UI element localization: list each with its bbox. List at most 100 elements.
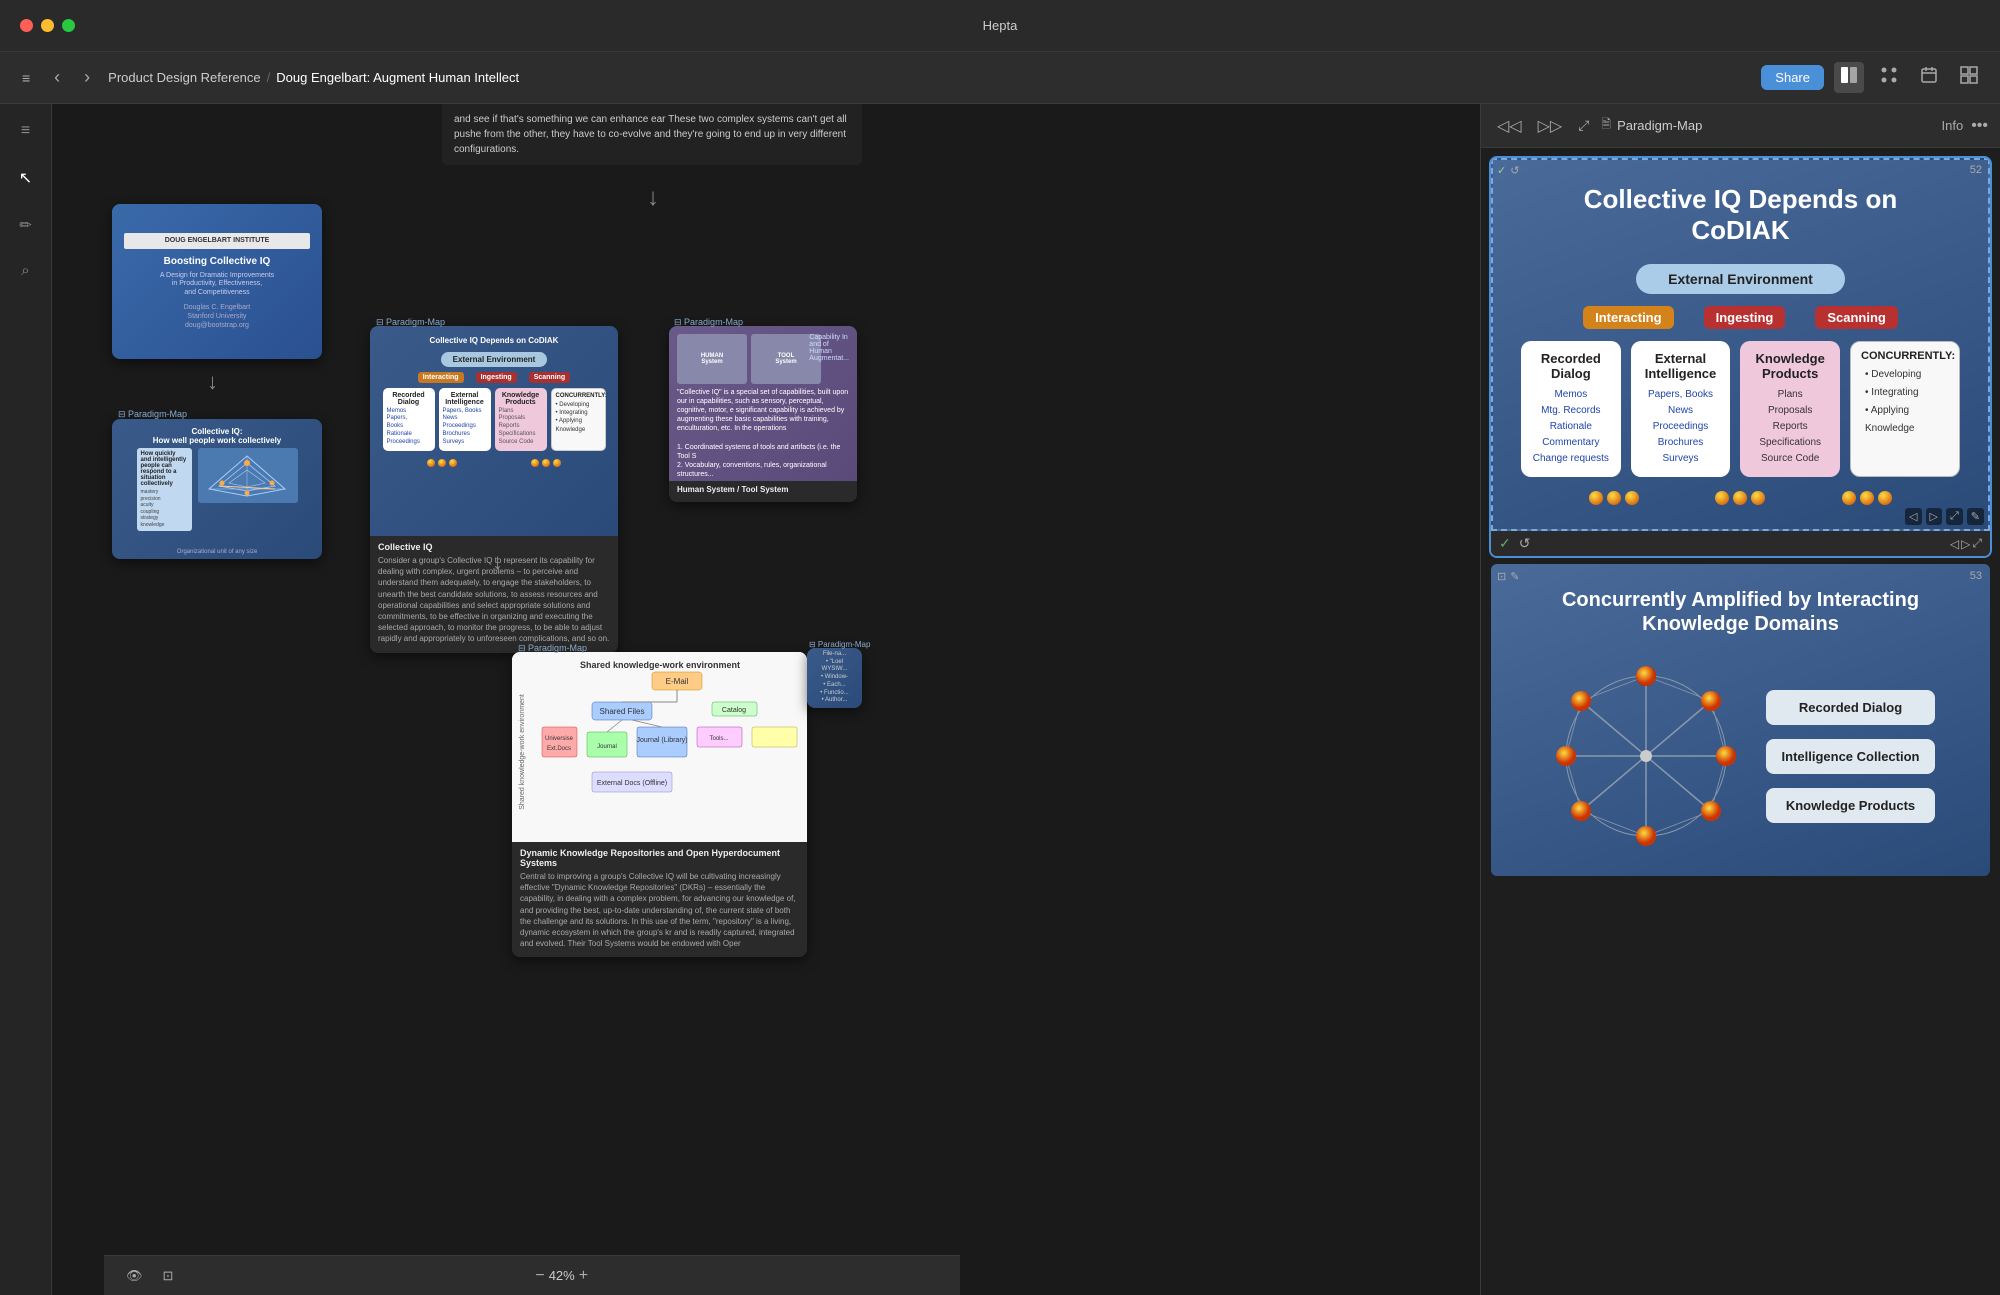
- breadcrumb-separator: /: [267, 70, 271, 85]
- footer-refresh-52[interactable]: ↺: [1519, 535, 1531, 552]
- slide-52-controls: ◁ ▷ ⤢ ✎: [1905, 508, 1984, 525]
- forward-icon: ›: [84, 67, 90, 88]
- slide-52-title: Collective IQ Depends onCoDIAK: [1521, 184, 1960, 246]
- slide-card-53-inner: ⊡ ✎ 53 Concurrently Amplified by Interac…: [1491, 564, 1990, 876]
- grid-button[interactable]: [1954, 62, 1984, 93]
- close-button[interactable]: [20, 19, 33, 32]
- codiak-external: External Environment: [441, 352, 548, 367]
- svg-text:Journal (Library): Journal (Library): [637, 737, 688, 744]
- breadcrumb-current[interactable]: Doug Engelbart: Augment Human Intellect: [276, 70, 519, 85]
- slide-52-edit[interactable]: ✎: [1967, 508, 1984, 525]
- box-icon[interactable]: ⊡: [157, 1264, 180, 1288]
- paradigm-label-5: ⊟ Paradigm-Map: [518, 638, 587, 656]
- slide-53-content: Concurrently Amplified by Interacting Kn…: [1491, 564, 1990, 876]
- slide-52-footer: ✓ ↺ ◁ ▷ ⤢: [1491, 531, 1990, 556]
- codiak-boxes: Recorded Dialog MemosPapers,BooksRationa…: [380, 388, 608, 451]
- dkr-diagram: Shared knowledge-work environment E-Mail…: [512, 652, 807, 842]
- slide-mini[interactable]: File-na...• "LoelWYSIW...• Window-• Each…: [807, 648, 862, 708]
- sidebar-search-icon[interactable]: ⌕: [15, 256, 35, 285]
- forward-button[interactable]: ›: [78, 63, 96, 92]
- arrow-down-1: ↓: [647, 184, 659, 212]
- panel-expand[interactable]: ⤢: [1574, 115, 1593, 136]
- svg-text:Catalog: Catalog: [722, 707, 746, 714]
- slide-52-arrow-left[interactable]: ◁: [1905, 508, 1921, 525]
- sidebar-menu-icon[interactable]: ≡: [15, 116, 36, 146]
- box-recorded-dialog-53: Recorded Dialog: [1766, 690, 1936, 725]
- footer-prev-52[interactable]: ◁: [1950, 536, 1959, 551]
- svg-text:Tools...: Tools...: [709, 736, 728, 742]
- sidebar-icons: ≡ ↖ ✏ ⌕: [0, 104, 52, 1295]
- calendar-button[interactable]: [1914, 62, 1944, 93]
- toolbar: ≡ ‹ › Product Design Reference / Doug En…: [0, 52, 2000, 104]
- breadcrumb-root[interactable]: Product Design Reference: [108, 70, 260, 85]
- mini-content: File-na...• "LoelWYSIW...• Window-• Each…: [807, 648, 862, 708]
- right-panel-header: ◁◁ ▷▷ ⤢ 🗎 Paradigm-Map Info •••: [1481, 104, 2000, 148]
- minimize-button[interactable]: [41, 19, 54, 32]
- slide-boosting-ciq[interactable]: DOUG ENGELBART INSTITUTE Boosting Collec…: [112, 204, 322, 359]
- footer-next-52[interactable]: ▷: [1961, 536, 1970, 551]
- panel-nav-next[interactable]: ▷▷: [1534, 114, 1567, 138]
- box3-items: PlansProposalsReportsSpecificationsSourc…: [1748, 387, 1832, 467]
- maximize-button[interactable]: [62, 19, 75, 32]
- dot-group-3: [1842, 491, 1892, 505]
- slide-52-boxes: Recorded Dialog MemosMtg. RecordsRationa…: [1521, 341, 1960, 477]
- panel-info-button[interactable]: Info: [1942, 118, 1964, 133]
- slide-codiak[interactable]: Collective IQ Depends on CoDIAK External…: [370, 326, 618, 653]
- paradigm-label-4: ⊟ Paradigm-Map: [674, 312, 743, 330]
- zoom-plus-button[interactable]: +: [579, 1267, 588, 1285]
- eye-icon[interactable]: 👁: [120, 1264, 149, 1288]
- slide-collective-iq[interactable]: Collective IQ:How well people work colle…: [112, 419, 322, 559]
- sidebar-pen-icon[interactable]: ✏: [13, 210, 38, 240]
- slide-52-check[interactable]: ✓: [1497, 164, 1506, 177]
- back-icon: ‹: [54, 67, 60, 88]
- slide-52-top-controls: ✓ ↺: [1497, 164, 1519, 177]
- layout1-button[interactable]: [1834, 62, 1864, 93]
- slide-cards-container[interactable]: ✓ ↺ 52 ◁ ▷ ⤢ ✎ Collective IQ Depends onC…: [1481, 148, 2000, 1295]
- slide-card-52[interactable]: ✓ ↺ 52 ◁ ▷ ⤢ ✎ Collective IQ Depends onC…: [1489, 156, 1992, 558]
- svg-text:Shared knowledge-work environm: Shared knowledge-work environment: [519, 694, 526, 810]
- human-system-img: HUMANSystem: [677, 334, 747, 384]
- svg-text:Universise: Universise: [545, 736, 574, 742]
- svg-text:Shared Files: Shared Files: [600, 707, 645, 716]
- back-button[interactable]: ‹: [48, 63, 66, 92]
- svg-text:External Docs (Offline): External Docs (Offline): [597, 780, 667, 787]
- menu-button[interactable]: ≡: [16, 66, 36, 90]
- layout2-button[interactable]: [1874, 62, 1904, 93]
- slide-collective-content: Collective IQ:How well people work colle…: [112, 419, 322, 559]
- slide-dynamic-kr[interactable]: Shared knowledge-work environment E-Mail…: [512, 652, 807, 957]
- slide-53-body: Recorded Dialog Intelligence Collection …: [1511, 656, 1970, 856]
- slide-53-icon: ⊡: [1497, 570, 1506, 583]
- panel-more-button[interactable]: •••: [1971, 117, 1988, 135]
- slide-53-title: Concurrently Amplified by Interacting Kn…: [1511, 588, 1970, 636]
- slide-boosting-content: DOUG ENGELBART INSTITUTE Boosting Collec…: [112, 204, 322, 359]
- ciq-diagram: How quickly and intelligently people can…: [120, 448, 314, 531]
- interacting-tag: Interacting: [1583, 306, 1673, 329]
- boosting-subtitle: A Design for Dramatic Improvementsin Pro…: [160, 272, 274, 297]
- dot-group-2: [1715, 491, 1765, 505]
- slide-human-tool[interactable]: HUMANSystem TOOLSystem "Collective IQ" i…: [669, 326, 857, 502]
- toolbar-right: Share: [1761, 62, 1984, 93]
- window-controls[interactable]: [20, 19, 75, 32]
- slide-card-53[interactable]: ⊡ ✎ 53 Concurrently Amplified by Interac…: [1489, 562, 1992, 878]
- dkr-footer: Dynamic Knowledge Repositories and Open …: [512, 842, 807, 957]
- codiak-arrows: Interacting Ingesting Scanning: [380, 372, 608, 383]
- footer-check-52[interactable]: ✓: [1499, 535, 1511, 552]
- sidebar-cursor-icon[interactable]: ↖: [13, 162, 38, 194]
- zoom-minus-button[interactable]: −: [535, 1267, 544, 1285]
- panel-nav-prev[interactable]: ◁◁: [1493, 114, 1526, 138]
- boosting-title: Boosting Collective IQ: [164, 255, 271, 268]
- human-tool-footer: Human System / Tool System: [669, 481, 857, 502]
- footer-expand-52[interactable]: ⤢: [1972, 536, 1982, 551]
- slide-52-refresh[interactable]: ↺: [1510, 164, 1519, 177]
- canvas-area[interactable]: and see if that's something we can enhan…: [52, 104, 1480, 1295]
- slide-52-arrow-right[interactable]: ▷: [1926, 508, 1942, 525]
- slide-52-content: Collective IQ Depends onCoDIAK External …: [1491, 158, 1990, 531]
- main-layout: ≡ ↖ ✏ ⌕ and see if that's something we c…: [0, 104, 2000, 1295]
- share-button[interactable]: Share: [1761, 65, 1824, 90]
- box4-items: • Developing• Integrating• ApplyingKnowl…: [1861, 366, 1949, 438]
- ciq-left-box: How quickly and intelligently people can…: [137, 448, 192, 531]
- app-title: Hepta: [983, 18, 1018, 33]
- arrow-down-3: ↓: [492, 549, 503, 575]
- box1-items: MemosMtg. RecordsRationaleCommentaryChan…: [1529, 387, 1613, 467]
- slide-52-expand[interactable]: ⤢: [1946, 508, 1963, 525]
